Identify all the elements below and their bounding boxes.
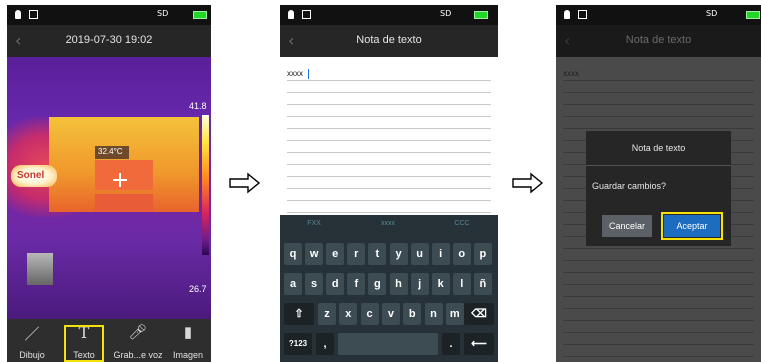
heat-region — [95, 194, 153, 212]
device-thumbnail — [27, 253, 53, 285]
dialog-title: Nota de texto — [631, 143, 686, 153]
crosshair-v — [119, 173, 121, 187]
logo-hotspot: Sonel — [11, 165, 57, 187]
title-bar: ‹ Nota de texto — [556, 25, 761, 57]
suggestion-item[interactable]: xxxx — [358, 220, 418, 227]
accept-highlight — [661, 212, 723, 240]
location-icon — [288, 10, 294, 19]
key-ñ[interactable]: ñ — [473, 273, 492, 295]
space-key[interactable] — [338, 333, 438, 355]
key-l[interactable]: l — [452, 273, 471, 295]
tool-label: Dibujo — [19, 350, 45, 360]
tool-label: Imagen — [172, 350, 204, 360]
text-tool-highlight — [64, 325, 104, 362]
ruled-lines — [287, 69, 491, 215]
key-f[interactable]: f — [347, 273, 366, 295]
voice-record-button[interactable]: 🎤︎ Grab...e voz — [113, 319, 163, 362]
key-u[interactable]: u — [410, 243, 429, 265]
key-s[interactable]: s — [305, 273, 324, 295]
flow-arrow-icon — [229, 172, 261, 194]
thermal-image-screen: SD ‹ 2019-07-30 19:02 Sonel 32.4°C 41.8 … — [7, 5, 211, 362]
key-g[interactable]: g — [368, 273, 387, 295]
app-notification-icon — [578, 10, 587, 19]
app-notification-icon — [302, 10, 311, 19]
temperature-scale — [202, 115, 209, 255]
key-j[interactable]: j — [410, 273, 429, 295]
temp-min-label: 26.7 — [189, 284, 207, 294]
key-i[interactable]: i — [431, 243, 450, 265]
dialog-divider — [586, 165, 731, 166]
dialog-message: Guardar cambios? — [592, 181, 667, 191]
key-a[interactable]: a — [284, 273, 302, 295]
spot-temp-box: 32.4°C — [95, 146, 129, 159]
logo-text: Sonel — [17, 170, 45, 181]
period-key[interactable]: . — [442, 333, 460, 355]
location-icon — [564, 10, 570, 19]
key-z[interactable]: z — [318, 303, 336, 325]
backspace-icon[interactable]: ⌫ — [464, 303, 494, 325]
key-o[interactable]: o — [452, 243, 471, 265]
key-r[interactable]: r — [347, 243, 366, 265]
title-bar: ‹ Nota de texto — [280, 25, 498, 57]
key-w[interactable]: w — [305, 243, 324, 265]
key-d[interactable]: d — [326, 273, 345, 295]
page-title: 2019-07-30 19:02 — [65, 34, 153, 46]
text-cursor — [308, 69, 309, 79]
shift-icon[interactable]: ⇧ — [284, 303, 314, 325]
pencil-icon: ／ — [24, 326, 40, 343]
flow-arrow-icon — [512, 172, 544, 194]
tool-label: Grab...e voz — [113, 350, 163, 360]
temp-max-label: 41.8 — [189, 101, 207, 111]
symbols-key[interactable]: ?123 — [284, 333, 312, 355]
heat-region — [95, 160, 153, 190]
page-title: Nota de texto — [625, 34, 692, 46]
key-q[interactable]: q — [284, 243, 302, 265]
note-text: xxxx — [563, 69, 579, 78]
status-bar: SD — [280, 5, 498, 25]
page-title: Nota de texto — [356, 34, 422, 46]
sd-card-icon: SD — [440, 9, 452, 18]
note-text: xxxx — [287, 69, 303, 78]
sd-card-icon: SD — [157, 9, 169, 18]
save-changes-dialog: Nota de texto Guardar cambios? Cancelar … — [586, 131, 731, 246]
comma-key[interactable]: , — [316, 333, 334, 355]
spot-temp-value: 32.4°C — [98, 147, 123, 156]
key-e[interactable]: e — [326, 243, 345, 265]
app-notification-icon — [29, 10, 38, 19]
key-b[interactable]: b — [403, 303, 422, 325]
key-n[interactable]: n — [424, 303, 443, 325]
title-bar: ‹ 2019-07-30 19:02 — [7, 25, 211, 57]
key-y[interactable]: y — [389, 243, 408, 265]
key-x[interactable]: x — [339, 303, 358, 325]
image-tool-button[interactable]: ▮ Imagen — [163, 319, 211, 362]
key-p[interactable]: p — [473, 243, 492, 265]
draw-tool-button[interactable]: ／ Dibujo — [7, 319, 57, 362]
key-c[interactable]: c — [360, 303, 379, 325]
battery-icon — [746, 11, 760, 19]
suggestion-item[interactable]: CCC — [432, 220, 492, 227]
suggestion-strip: FXX xxxx CCC — [280, 215, 498, 235]
battery-icon — [474, 11, 488, 19]
status-bar: SD — [7, 5, 211, 25]
sd-card-icon: SD — [706, 9, 718, 18]
key-h[interactable]: h — [389, 273, 408, 295]
enter-arrow-icon[interactable]: ⟵ — [464, 333, 494, 355]
key-m[interactable]: m — [445, 303, 464, 325]
soft-keyboard: FXX xxxx CCC qwertyuiop asdfghjklñ ⇧ zxc… — [280, 215, 498, 362]
microphone-icon: 🎤︎ — [128, 324, 148, 341]
note-editor[interactable]: xxxx — [280, 57, 498, 215]
text-note-screen: SD ‹ Nota de texto xxxx FXX xxxx CCC qwe… — [280, 5, 498, 362]
suggestion-item[interactable]: FXX — [284, 220, 344, 227]
thermal-image[interactable]: Sonel 32.4°C — [7, 57, 211, 319]
key-t[interactable]: t — [368, 243, 387, 265]
key-k[interactable]: k — [431, 273, 450, 295]
battery-icon — [193, 11, 207, 19]
image-stack-icon: ▮ — [183, 324, 193, 341]
cancel-button[interactable]: Cancelar — [602, 215, 652, 237]
key-v[interactable]: v — [381, 303, 400, 325]
save-dialog-screen: SD ‹ Nota de texto xxxx Nota de texto Gu… — [556, 5, 761, 362]
annotation-toolbar: ／ Dibujo T Texto 🎤︎ Grab...e voz ▮ Image… — [7, 319, 211, 362]
status-bar: SD — [556, 5, 761, 25]
location-icon — [15, 10, 21, 19]
